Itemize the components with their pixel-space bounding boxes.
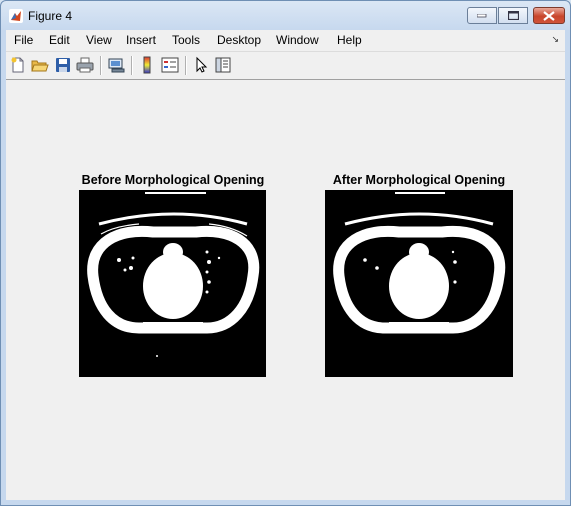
legend-icon[interactable] bbox=[161, 56, 179, 74]
save-icon[interactable] bbox=[54, 56, 72, 74]
figure-window: Figure 4 File Edit View Insert Tools Des… bbox=[0, 0, 571, 506]
print-icon[interactable] bbox=[76, 56, 94, 74]
toolbar-separator bbox=[100, 56, 102, 75]
edit-plot-arrow-icon[interactable] bbox=[192, 56, 210, 74]
menu-view[interactable]: View bbox=[86, 33, 112, 47]
plot-title-before: Before Morphological Opening bbox=[81, 173, 265, 187]
menu-window[interactable]: Window bbox=[276, 33, 319, 47]
image-after-opening bbox=[325, 190, 513, 377]
menu-bar: File Edit View Insert Tools Desktop Wind… bbox=[6, 30, 565, 52]
menu-tools[interactable]: Tools bbox=[172, 33, 200, 47]
title-bar[interactable]: Figure 4 bbox=[1, 1, 570, 30]
menu-insert[interactable]: Insert bbox=[126, 33, 156, 47]
menu-edit[interactable]: Edit bbox=[49, 33, 70, 47]
image-before-opening bbox=[79, 190, 266, 377]
maximize-button[interactable] bbox=[498, 7, 528, 24]
open-file-icon[interactable] bbox=[31, 56, 49, 74]
toolbar-separator bbox=[131, 56, 133, 75]
figure-canvas: Before Morphological Opening After Morph… bbox=[6, 80, 565, 500]
toolbar-separator bbox=[185, 56, 187, 75]
menu-desktop[interactable]: Desktop bbox=[217, 33, 261, 47]
figure-toolbar bbox=[6, 52, 565, 80]
dock-arrow-icon[interactable]: ↘ bbox=[551, 34, 559, 45]
close-icon bbox=[534, 8, 564, 23]
property-inspector-icon[interactable] bbox=[214, 56, 232, 74]
menu-file[interactable]: File bbox=[14, 33, 33, 47]
minimize-button[interactable] bbox=[467, 7, 497, 24]
new-figure-icon[interactable] bbox=[9, 56, 27, 74]
close-button[interactable] bbox=[533, 7, 565, 24]
matlab-icon bbox=[9, 9, 23, 23]
maximize-icon bbox=[499, 8, 527, 23]
minimize-icon bbox=[468, 8, 496, 23]
window-title: Figure 4 bbox=[28, 9, 73, 23]
link-plot-icon[interactable] bbox=[107, 56, 125, 74]
menu-help[interactable]: Help bbox=[337, 33, 362, 47]
colorbar-icon[interactable] bbox=[138, 56, 156, 74]
plot-title-after: After Morphological Opening bbox=[332, 173, 506, 187]
